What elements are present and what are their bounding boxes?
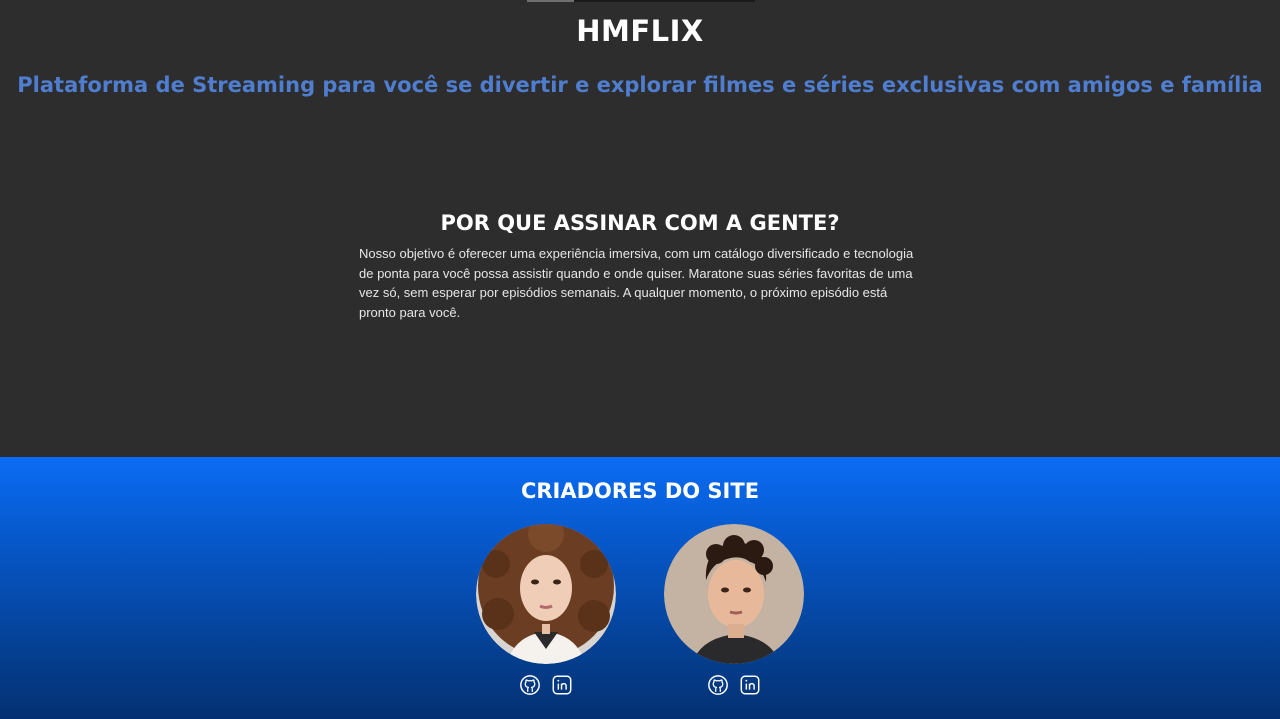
why-subscribe-text: Nosso objetivo é oferecer uma experiênci… — [359, 246, 914, 320]
linkedin-icon[interactable] — [551, 674, 573, 696]
hero-section: HMFLIX Plataforma de Streaming para você… — [0, 0, 1280, 457]
github-icon[interactable] — [519, 674, 541, 696]
creator-social-links — [664, 674, 804, 698]
creator-avatar — [476, 524, 616, 664]
creator-social-links — [476, 674, 616, 698]
github-icon[interactable] — [707, 674, 729, 696]
creator-avatar — [664, 524, 804, 664]
tagline: Plataforma de Streaming para você se div… — [17, 73, 1263, 97]
creator-card — [664, 524, 804, 695]
creator-card — [476, 524, 616, 695]
creators-title: CRIADORES DO SITE — [520, 479, 760, 503]
linkedin-icon[interactable] — [739, 674, 761, 696]
site-logo-title: HMFLIX — [576, 14, 704, 48]
creators-section: CRIADORES DO SITE — [0, 457, 1280, 719]
why-subscribe-title: POR QUE ASSINAR COM A GENTE? — [440, 211, 840, 235]
